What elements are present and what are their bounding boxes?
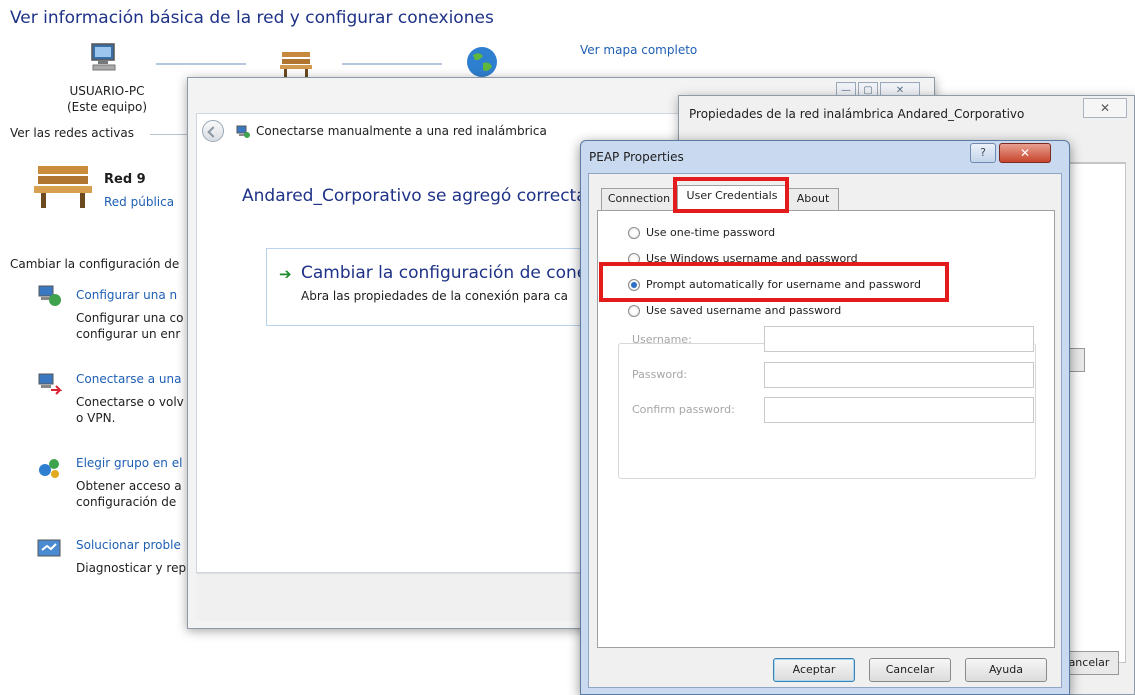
task-desc-line: configurar un enr: [76, 327, 181, 341]
cancel-button[interactable]: Cancelar: [869, 658, 951, 682]
arrow-right-icon: ➔: [279, 265, 292, 283]
task-desc: Conectarse o volv o VPN.: [76, 394, 184, 426]
network-name: Red 9: [104, 172, 146, 187]
map-connector-line: [342, 63, 442, 65]
task-desc-line: Conectarse o volv: [76, 395, 184, 409]
confirm-password-input[interactable]: [764, 397, 1034, 423]
task-desc-line: Obtener acceso a: [76, 479, 182, 493]
task-desc-line: configuración de: [76, 495, 177, 509]
change-settings-label: Cambiar la configuración de: [10, 257, 180, 271]
properties-title: Propiedades de la red inalámbrica Andare…: [689, 107, 1025, 121]
highlight-box-tab: [673, 177, 789, 213]
password-input[interactable]: [764, 362, 1034, 388]
back-button[interactable]: [202, 120, 224, 142]
active-networks-label: Ver las redes activas: [10, 126, 134, 140]
confirm-password-label: Confirm password:: [632, 403, 735, 416]
option-description: Abra las propiedades de la conexión para…: [301, 289, 568, 303]
public-network-bench-icon: [34, 166, 92, 208]
globe-icon: [467, 47, 497, 77]
option-title: Cambiar la configuración de cone: [301, 263, 588, 283]
username-label: Username:: [632, 333, 692, 346]
map-connector-line: [156, 63, 246, 65]
full-map-link[interactable]: Ver mapa completo: [580, 43, 697, 57]
peap-properties-dialog: PEAP Properties ? ✕ Connection User Cred…: [580, 140, 1070, 695]
homegroup-icon: [39, 459, 59, 478]
tab-about[interactable]: About: [787, 188, 839, 210]
help-text-button[interactable]: Ayuda: [965, 658, 1047, 682]
highlight-box-option: [599, 262, 949, 302]
page-title: Ver información básica de la red y confi…: [10, 8, 494, 28]
radio-label: Use one-time password: [646, 226, 776, 239]
username-input[interactable]: [764, 326, 1034, 352]
task-link-connect[interactable]: Conectarse a una: [76, 372, 181, 386]
tab-connection[interactable]: Connection: [601, 188, 677, 210]
task-desc: Configurar una co configurar un enr: [76, 310, 183, 342]
close-button[interactable]: ✕: [999, 143, 1051, 163]
bench-icon: [280, 52, 312, 77]
wireless-network-icon: [236, 125, 250, 138]
task-link-setup[interactable]: Configurar una n: [76, 288, 177, 302]
computer-subtitle: (Este equipo): [67, 100, 147, 114]
wizard-title: Conectarse manualmente a una red inalámb…: [256, 124, 547, 138]
network-connect-icon: [38, 373, 62, 395]
section-divider: [150, 134, 190, 135]
computer-name-label: USUARIO-PC: [69, 84, 145, 98]
wizard-heading: Andared_Corporativo se agregó correcta: [242, 186, 587, 206]
task-desc-line: o VPN.: [76, 411, 116, 425]
task-desc-line: Diagnosticar y rep: [76, 561, 187, 575]
radio-label: Use saved username and password: [646, 304, 842, 317]
network-type-link[interactable]: Red pública: [104, 195, 174, 209]
task-link-homegroup[interactable]: Elegir grupo en el: [76, 456, 182, 470]
dialog-title: PEAP Properties: [589, 150, 684, 164]
task-link-troubleshoot[interactable]: Solucionar proble: [76, 538, 181, 552]
task-desc: Obtener acceso a configuración de: [76, 478, 182, 510]
help-button[interactable]: ?: [970, 143, 996, 163]
ok-button[interactable]: Aceptar: [773, 658, 855, 682]
radio-one-time-password[interactable]: [628, 227, 640, 239]
task-desc: Diagnosticar y rep: [76, 560, 186, 576]
computer-name: USUARIO-PC (Este equipo): [52, 83, 162, 115]
troubleshoot-icon: [37, 539, 61, 557]
radio-saved-credentials[interactable]: [628, 305, 640, 317]
close-button[interactable]: ✕: [1083, 98, 1127, 118]
task-desc-line: Configurar una co: [76, 311, 184, 325]
password-label: Password:: [632, 368, 688, 381]
computer-icon: [91, 43, 116, 71]
dialog-client-area: Connection User Credentials About Use on…: [588, 173, 1062, 688]
network-setup-icon: [38, 285, 61, 306]
